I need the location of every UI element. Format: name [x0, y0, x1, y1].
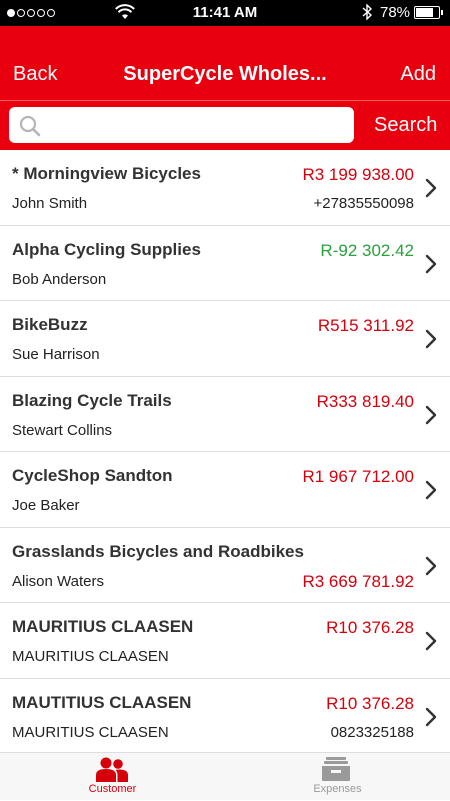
customer-balance: R515 311.92 — [317, 316, 414, 335]
customer-phone: 0823325188 — [330, 723, 414, 741]
customer-contact: Sue Harrison — [12, 346, 100, 363]
customer-contact: Alison Waters — [12, 572, 104, 590]
nav-bar: Back SuperCycle Wholes... Add — [0, 26, 450, 100]
customer-contact: Stewart Collins — [12, 421, 113, 439]
tab-bar: Customer Expenses — [0, 752, 450, 800]
tab-expenses[interactable]: Expenses — [225, 753, 450, 801]
tray-icon — [322, 757, 350, 781]
customer-balance: R333 819.40 — [316, 391, 414, 411]
customer-name: BikeBuzz — [12, 315, 88, 334]
chevron-right-icon — [425, 329, 437, 349]
customer-phone: +27835550098 — [313, 195, 414, 212]
chevron-right-icon — [425, 254, 437, 273]
customer-contact: Bob Anderson — [12, 270, 107, 288]
customer-name: Grasslands Bicycles and Roadbikes — [12, 541, 304, 561]
customer-name: * Morningview Bicycles — [12, 164, 201, 183]
battery-icon — [414, 6, 443, 19]
people-icon — [96, 757, 128, 782]
chevron-right-icon — [425, 178, 437, 198]
status-bar: 11:41 AM 78% — [0, 0, 450, 26]
customer-name: Blazing Cycle Trails — [12, 390, 172, 410]
search-button[interactable]: Search — [374, 114, 437, 137]
customer-name: MAUTITIUS CLAASEN — [12, 692, 192, 712]
customer-row[interactable]: CycleShop Sandton Joe Baker R1 967 712.0… — [0, 452, 450, 528]
search-field[interactable] — [9, 107, 354, 143]
customer-row[interactable]: BikeBuzz Sue Harrison R515 311.92 — [0, 301, 450, 377]
customer-row[interactable]: Blazing Cycle Trails Stewart Collins R33… — [0, 377, 450, 452]
chevron-right-icon — [425, 707, 437, 726]
customer-balance: R-92 302.42 — [320, 240, 414, 260]
add-button[interactable]: Add — [400, 63, 436, 86]
tab-customer-label: Customer — [88, 783, 137, 795]
customer-row[interactable]: MAUTITIUS CLAASEN MAURITIUS CLAASEN R10 … — [0, 679, 450, 753]
customer-name: Alpha Cycling Supplies — [12, 239, 201, 259]
customer-list: * Morningview Bicycles John Smith R3 199… — [0, 150, 450, 752]
tab-expenses-label: Expenses — [313, 783, 362, 795]
customer-balance: R1 967 712.00 — [302, 467, 414, 486]
bluetooth-icon — [361, 3, 373, 24]
customer-contact: John Smith — [12, 195, 88, 212]
chevron-right-icon — [425, 405, 437, 424]
customer-row[interactable]: Grasslands Bicycles and Roadbikes Alison… — [0, 528, 450, 603]
customer-balance: R3 199 938.00 — [302, 165, 414, 184]
customer-name: MAURITIUS CLAASEN — [12, 617, 194, 636]
chevron-right-icon — [425, 556, 437, 575]
chevron-right-icon — [425, 631, 437, 651]
search-icon — [19, 115, 41, 137]
customer-row[interactable]: * Morningview Bicycles John Smith R3 199… — [0, 150, 450, 226]
customer-contact: MAURITIUS CLAASEN — [12, 723, 169, 741]
customer-name: CycleShop Sandton — [12, 466, 173, 485]
chevron-right-icon — [425, 480, 437, 500]
customer-balance: R3 669 781.92 — [302, 571, 414, 591]
customer-balance: R10 376.28 — [326, 693, 414, 713]
search-input[interactable] — [49, 113, 344, 137]
customer-contact: MAURITIUS CLAASEN — [12, 648, 169, 665]
customer-balance: R10 376.28 — [326, 618, 414, 637]
page-title: SuperCycle Wholes... — [123, 63, 327, 85]
customer-row[interactable]: MAURITIUS CLAASEN MAURITIUS CLAASEN R10 … — [0, 603, 450, 679]
customer-contact: Joe Baker — [12, 497, 80, 514]
search-bar: Search — [0, 100, 450, 150]
tab-customer[interactable]: Customer — [0, 753, 225, 801]
customer-row[interactable]: Alpha Cycling Supplies Bob Anderson R-92… — [0, 226, 450, 301]
battery-percent: 78% — [380, 4, 411, 21]
